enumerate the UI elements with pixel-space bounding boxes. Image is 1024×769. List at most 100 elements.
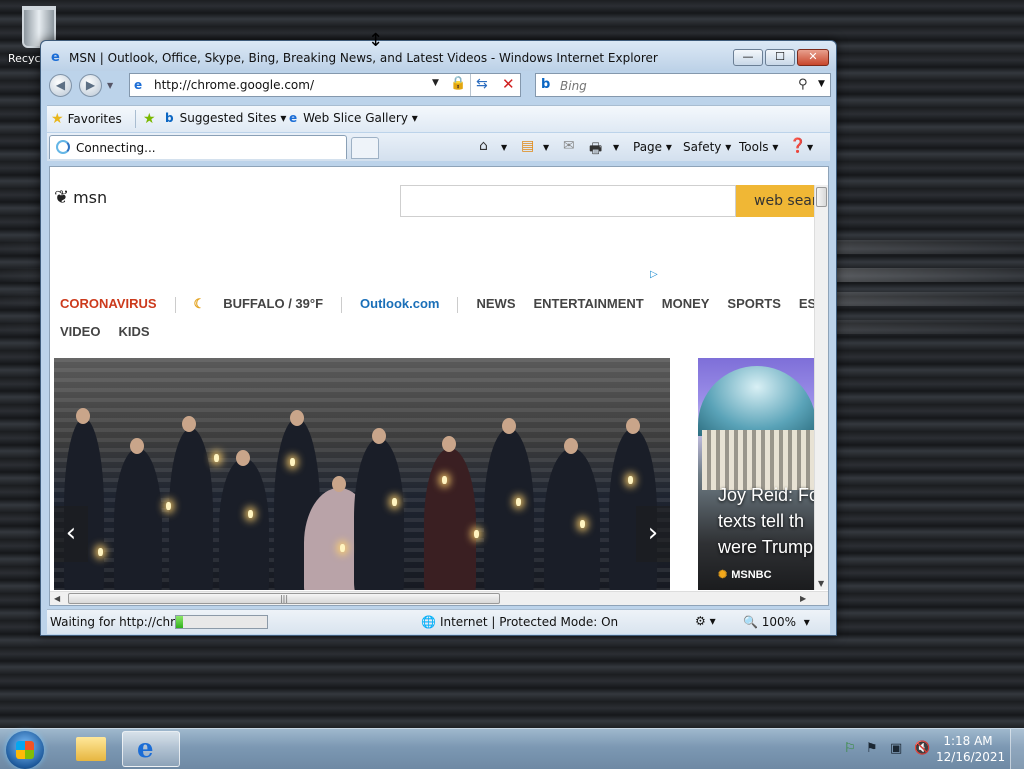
- side-story-card[interactable]: Joy Reid: Fo texts tell th were Trump p …: [698, 358, 826, 590]
- search-options-dropdown[interactable]: ▼: [818, 79, 825, 89]
- carousel-prev-button[interactable]: ‹: [54, 506, 88, 562]
- volume-icon[interactable]: 🔇: [914, 741, 930, 756]
- horizontal-scrollbar[interactable]: ◀ ||| ▶: [50, 591, 828, 605]
- security-zone[interactable]: 🌐 Internet | Protected Mode: On: [421, 615, 618, 629]
- web-search-button[interactable]: web search: [736, 185, 826, 217]
- candle: [98, 548, 103, 556]
- help-dropdown[interactable]: ▼: [807, 143, 813, 152]
- search-icon[interactable]: ⚲: [798, 77, 808, 92]
- scroll-left-arrow[interactable]: ◀: [54, 594, 60, 603]
- nav-sports[interactable]: SPORTS: [727, 296, 780, 311]
- safety-menu[interactable]: Safety ▾: [683, 140, 731, 154]
- msn-logo[interactable]: ❦ msn: [54, 187, 107, 208]
- action-center-icon[interactable]: ⚐: [844, 741, 856, 756]
- feeds-dropdown[interactable]: ▼: [543, 143, 549, 152]
- tools-menu[interactable]: Tools ▾: [739, 140, 778, 154]
- nav-entertainment[interactable]: ENTERTAINMENT: [533, 296, 643, 311]
- person-head: [502, 418, 516, 434]
- msn-search-input[interactable]: [400, 185, 736, 217]
- person-silhouette: [219, 458, 269, 590]
- clock-date: 12/16/2021: [936, 750, 1006, 764]
- mail-icon[interactable]: ✉: [563, 138, 575, 154]
- help-icon[interactable]: ❓: [789, 138, 806, 154]
- nav-news[interactable]: NEWS: [476, 296, 515, 311]
- nav-separator: [341, 296, 343, 313]
- feeds-icon[interactable]: ▤: [521, 138, 534, 154]
- person-head: [372, 428, 386, 444]
- home-dropdown[interactable]: ▼: [501, 143, 507, 152]
- candle: [474, 530, 479, 538]
- lock-icon[interactable]: 🔒: [450, 76, 466, 92]
- candle: [248, 510, 253, 518]
- stop-icon[interactable]: ✕: [502, 75, 515, 93]
- nav-kids[interactable]: KIDS: [118, 324, 149, 339]
- carousel-next-button[interactable]: ›: [636, 506, 670, 562]
- candle: [392, 498, 397, 506]
- suggested-sites-link[interactable]: b Suggested Sites ▾: [165, 111, 286, 125]
- address-dropdown[interactable]: ▼: [432, 78, 439, 88]
- back-button[interactable]: ◀: [49, 74, 72, 97]
- title-bar[interactable]: e MSN | Outlook, Office, Skype, Bing, Br…: [41, 41, 836, 71]
- person-head: [290, 410, 304, 426]
- side-story-line: were Trump p: [718, 537, 826, 557]
- person-silhouette: [114, 448, 162, 590]
- scroll-right-arrow[interactable]: ▶: [800, 594, 806, 603]
- network-icon[interactable]: ▣: [890, 741, 902, 756]
- page-load-progress: [175, 615, 268, 629]
- person-silhouette: [64, 418, 104, 590]
- vertical-scroll-thumb[interactable]: [816, 187, 827, 207]
- ie-icon: e: [51, 50, 60, 65]
- search-input[interactable]: [558, 76, 792, 96]
- hero-image-carousel[interactable]: ‹ ›: [54, 358, 670, 590]
- add-favorites-icon[interactable]: ★: [143, 111, 156, 127]
- scroll-down-arrow[interactable]: ▼: [818, 579, 824, 588]
- new-tab-button[interactable]: [351, 137, 379, 159]
- taskbar: e ⚐ ⚑ ▣ 🔇 1:18 AM 12/16/2021: [0, 728, 1024, 769]
- nav-weather[interactable]: BUFFALO / 39°F: [223, 296, 323, 311]
- start-button[interactable]: [6, 731, 44, 769]
- horizontal-scroll-thumb[interactable]: |||: [68, 593, 500, 604]
- forward-button[interactable]: ▶: [79, 74, 102, 97]
- minimize-button[interactable]: —: [733, 49, 763, 66]
- tab-bar: Connecting... ⌂ ▼ ▤ ▼ ✉ 🖶 ▼ Page ▾ Safet…: [47, 133, 830, 161]
- page-menu[interactable]: Page ▾: [633, 140, 672, 154]
- taskbar-ie-button[interactable]: e: [122, 731, 180, 767]
- nav-video[interactable]: VIDEO: [60, 324, 100, 339]
- address-bar[interactable]: e http://chrome.google.com/ ▼ 🔒 ⇆ ✕: [129, 73, 521, 97]
- search-box[interactable]: b ⚲ ▼: [535, 73, 831, 97]
- security-zone-label: Internet | Protected Mode: On: [439, 615, 619, 629]
- person-head: [564, 438, 578, 454]
- tab-current[interactable]: Connecting...: [49, 135, 347, 159]
- zoom-control[interactable]: 🔍 100% ▾: [743, 615, 810, 629]
- web-slice-gallery-label: Web Slice Gallery: [303, 111, 408, 125]
- side-story-headline: Joy Reid: Fo texts tell th were Trump p: [718, 482, 826, 560]
- nav-money[interactable]: MONEY: [662, 296, 710, 311]
- refresh-icon[interactable]: ⇆: [476, 76, 488, 92]
- show-desktop-button[interactable]: [1010, 729, 1024, 769]
- moon-icon: ☾: [193, 296, 206, 311]
- flag-icon[interactable]: ⚑: [866, 741, 878, 756]
- print-dropdown[interactable]: ▼: [613, 143, 619, 152]
- recent-pages-dropdown[interactable]: ▼: [107, 81, 113, 90]
- vertical-scrollbar[interactable]: ▼: [814, 185, 828, 590]
- ad-choices-icon[interactable]: ▷: [650, 269, 658, 280]
- taskbar-clock[interactable]: 1:18 AM 12/16/2021: [936, 733, 1006, 765]
- popup-blocker-icon[interactable]: ⚙ ▾: [695, 614, 716, 628]
- capitol-dome-image: [698, 366, 816, 436]
- nav-coronavirus[interactable]: CORONAVIRUS: [60, 296, 157, 311]
- bing-icon: b: [541, 77, 551, 92]
- favorites-button[interactable]: ★ Favorites: [51, 111, 122, 127]
- taskbar-explorer-button[interactable]: [60, 731, 118, 767]
- favorites-bar: ★ Favorites ★ b Suggested Sites ▾ e Web Sli…: [47, 105, 830, 132]
- nav-separator: [174, 296, 176, 313]
- navigation-bar: ◀ ▶ ▼ e http://chrome.google.com/ ▼ 🔒 ⇆ …: [47, 73, 831, 101]
- web-slice-icon: e: [289, 111, 298, 125]
- home-icon[interactable]: ⌂: [479, 138, 488, 154]
- close-button[interactable]: ✕: [797, 49, 829, 66]
- candle: [340, 544, 345, 552]
- address-input[interactable]: http://chrome.google.com/: [154, 78, 314, 92]
- web-slice-gallery-link[interactable]: e Web Slice Gallery ▾: [289, 111, 418, 125]
- maximize-button[interactable]: ☐: [765, 49, 795, 66]
- print-icon[interactable]: 🖶: [589, 138, 602, 162]
- nav-outlook[interactable]: Outlook.com: [360, 296, 439, 311]
